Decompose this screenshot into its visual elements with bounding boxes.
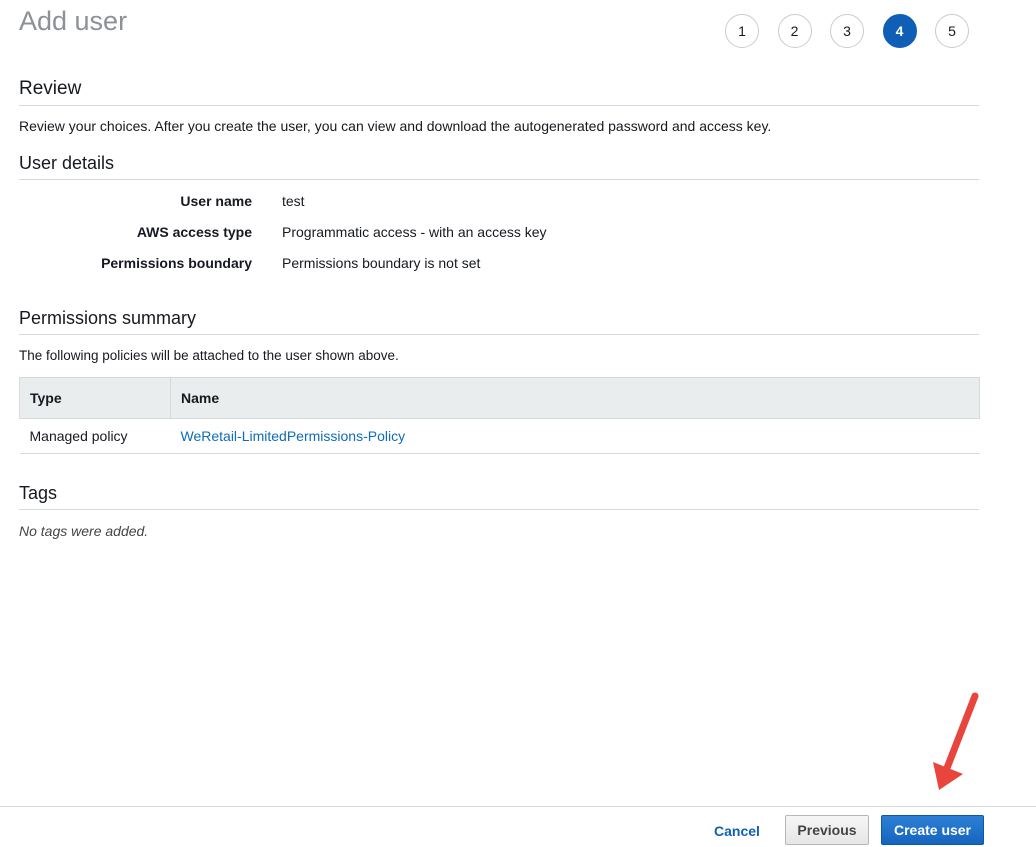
permissions-summary-description: The following policies will be attached … [19, 348, 399, 363]
column-header-type[interactable]: Type [19, 377, 171, 419]
step-3[interactable]: 3 [830, 14, 864, 48]
detail-label: User name [180, 193, 252, 209]
policy-link[interactable]: WeRetail-LimitedPermissions-Policy [181, 428, 406, 444]
step-1[interactable]: 1 [725, 14, 759, 48]
step-4-current: 4 [882, 14, 917, 48]
detail-label: AWS access type [136, 224, 252, 240]
detail-value: test [282, 193, 305, 209]
cancel-button[interactable]: Cancel [705, 816, 769, 846]
tags-empty-text: No tags were added. [19, 523, 149, 539]
detail-row-access-type: AWS access type Programmatic access - wi… [19, 224, 719, 244]
review-heading: Review [19, 78, 979, 106]
user-details-heading: User details [19, 153, 979, 180]
annotation-arrow-icon [933, 692, 979, 790]
wizard-steps: 1 2 3 4 5 [725, 14, 988, 48]
policies-table: Type Name Managed policy WeRetail-Limite… [19, 377, 980, 454]
detail-value: Permissions boundary is not set [282, 255, 481, 271]
page-title: Add user [19, 6, 128, 36]
policy-type-cell: Managed policy [19, 418, 171, 454]
detail-label: Permissions boundary [101, 255, 252, 271]
table-header-row: Type Name [19, 377, 980, 419]
step-2[interactable]: 2 [777, 14, 812, 48]
detail-row-permissions-boundary: Permissions boundary Permissions boundar… [19, 255, 719, 275]
table-row: Managed policy WeRetail-LimitedPermissio… [19, 418, 980, 454]
column-header-name[interactable]: Name [170, 377, 980, 419]
review-description: Review your choices. After you create th… [19, 118, 772, 134]
tags-heading: Tags [19, 483, 979, 510]
previous-button[interactable]: Previous [785, 815, 869, 845]
detail-row-user-name: User name test [19, 193, 719, 213]
policy-name-cell: WeRetail-LimitedPermissions-Policy [170, 418, 980, 454]
step-5: 5 [935, 14, 969, 48]
create-user-button[interactable]: Create user [881, 815, 984, 845]
detail-value: Programmatic access - with an access key [282, 224, 547, 240]
permissions-summary-heading: Permissions summary [19, 308, 979, 335]
